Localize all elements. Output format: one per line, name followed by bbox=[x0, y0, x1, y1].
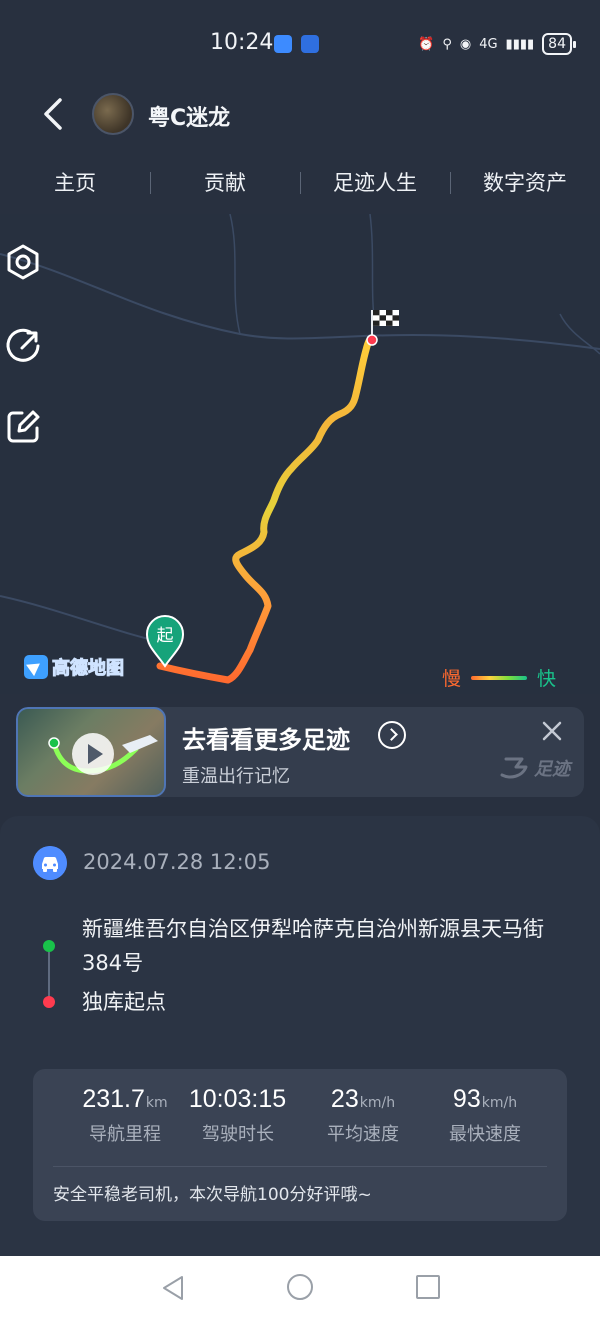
stat-unit: km/h bbox=[481, 1095, 518, 1111]
stat-value: 10:03:15 bbox=[188, 1085, 287, 1113]
stat-unit: km/h bbox=[359, 1095, 396, 1111]
car-icon bbox=[33, 846, 67, 880]
nav-recents-button[interactable] bbox=[416, 1275, 440, 1299]
stat-value: 93 bbox=[452, 1085, 481, 1113]
amap-logo-icon bbox=[24, 655, 48, 679]
legend-fast-label: 快 bbox=[536, 668, 556, 690]
chevron-right-circle-icon[interactable] bbox=[378, 721, 406, 749]
signal-icon: ▮▮▮▮ bbox=[505, 36, 535, 52]
legend-gradient-bar bbox=[470, 675, 527, 680]
stat-value: 23 bbox=[330, 1085, 359, 1113]
end-point-icon bbox=[43, 996, 55, 1008]
shield-app-icon bbox=[301, 35, 319, 53]
stat-unit: km bbox=[145, 1095, 168, 1111]
battery-icon: 84 bbox=[542, 33, 576, 55]
map-canvas: 起 bbox=[0, 214, 600, 684]
share-button[interactable] bbox=[0, 322, 46, 368]
footprint-banner[interactable]: 去看看更多足迹 重温出行记忆 足迹 bbox=[16, 707, 584, 797]
legend-slow-label: 慢 bbox=[441, 668, 461, 690]
nav-back-button[interactable] bbox=[160, 1274, 186, 1302]
close-button[interactable] bbox=[538, 717, 566, 745]
route-map[interactable]: 起 高德地图 慢 快 bbox=[0, 214, 600, 694]
profile-header: 粤C迷龙 bbox=[0, 88, 600, 138]
stat-label: 平均速度 bbox=[327, 1124, 399, 1145]
amap-logo-text: 高德地图 bbox=[52, 658, 125, 680]
trip-stats: 231.7km 导航里程 10:03:15 驾驶时长 23km/h 平均速度 9… bbox=[33, 1069, 567, 1221]
back-button[interactable] bbox=[36, 92, 72, 136]
banner-subtitle: 重温出行记忆 bbox=[182, 766, 290, 787]
tab-contribution[interactable]: 贡献 bbox=[150, 160, 300, 206]
stat-label: 驾驶时长 bbox=[202, 1124, 274, 1145]
system-nav-bar bbox=[0, 1256, 600, 1320]
nav-home-button[interactable] bbox=[287, 1274, 313, 1300]
stat-average-speed: 23km/h 平均速度 bbox=[303, 1085, 423, 1146]
trip-detail-card: 2024.07.28 12:05 新疆维吾尔自治区伊犁哈萨克自治州新源县天马街3… bbox=[0, 816, 600, 1256]
divider bbox=[53, 1166, 547, 1167]
stat-top-speed: 93km/h 最快速度 bbox=[425, 1085, 545, 1146]
banner-title[interactable]: 去看看更多足迹 bbox=[182, 720, 350, 755]
tab-bar: 主页 贡献 足迹人生 数字资产 bbox=[0, 160, 600, 206]
tab-home[interactable]: 主页 bbox=[0, 160, 150, 206]
trip-comment: 安全平稳老司机，本次导航100分好评哦~ bbox=[53, 1185, 372, 1205]
footprint-logo-icon bbox=[500, 757, 528, 779]
message-app-icon bbox=[274, 35, 292, 53]
route-path bbox=[156, 334, 376, 684]
start-marker: 起 bbox=[145, 615, 185, 668]
start-point-icon bbox=[43, 940, 55, 952]
finish-flag-icon bbox=[366, 310, 399, 346]
end-address: 独库起点 bbox=[82, 990, 166, 1014]
play-icon[interactable] bbox=[72, 733, 114, 775]
network-type: 4G bbox=[479, 36, 498, 52]
avatar[interactable] bbox=[92, 93, 134, 135]
banner-video-thumbnail[interactable] bbox=[16, 707, 166, 797]
status-indicators: ⏰ ⚲ ◉ 4G ▮▮▮▮ 84 bbox=[418, 33, 576, 55]
location-icon: ⚲ bbox=[442, 36, 452, 52]
stat-label: 最快速度 bbox=[449, 1124, 521, 1145]
stat-duration: 10:03:15 驾驶时长 bbox=[178, 1085, 298, 1146]
status-bar: 10:24 ⏰ ⚲ ◉ 4G ▮▮▮▮ 84 bbox=[0, 0, 600, 88]
settings-button[interactable] bbox=[0, 239, 46, 285]
start-address: 新疆维吾尔自治区伊犁哈萨克自治州新源县天马街384号 bbox=[82, 917, 544, 975]
footprint-brand: 足迹 bbox=[496, 755, 570, 781]
stat-label: 导航里程 bbox=[89, 1124, 161, 1145]
trip-datetime: 2024.07.28 12:05 bbox=[83, 850, 271, 874]
speed-legend: 慢 快 bbox=[442, 664, 556, 691]
user-name: 粤C迷龙 bbox=[148, 106, 231, 131]
battery-level: 84 bbox=[548, 36, 566, 52]
brand-text: 足迹 bbox=[534, 759, 570, 780]
start-marker-label: 起 bbox=[157, 626, 174, 646]
amap-logo: 高德地图 bbox=[24, 654, 125, 680]
status-time: 10:24 bbox=[210, 30, 274, 55]
hotspot-icon: ◉ bbox=[459, 36, 472, 52]
tab-footprint[interactable]: 足迹人生 bbox=[300, 160, 450, 206]
stat-distance: 231.7km 导航里程 bbox=[65, 1085, 185, 1146]
tab-digital-assets[interactable]: 数字资产 bbox=[450, 160, 600, 206]
alarm-icon: ⏰ bbox=[418, 36, 435, 52]
edit-button[interactable] bbox=[0, 404, 46, 450]
stat-value: 231.7 bbox=[82, 1085, 145, 1113]
route-connector bbox=[48, 948, 50, 1000]
